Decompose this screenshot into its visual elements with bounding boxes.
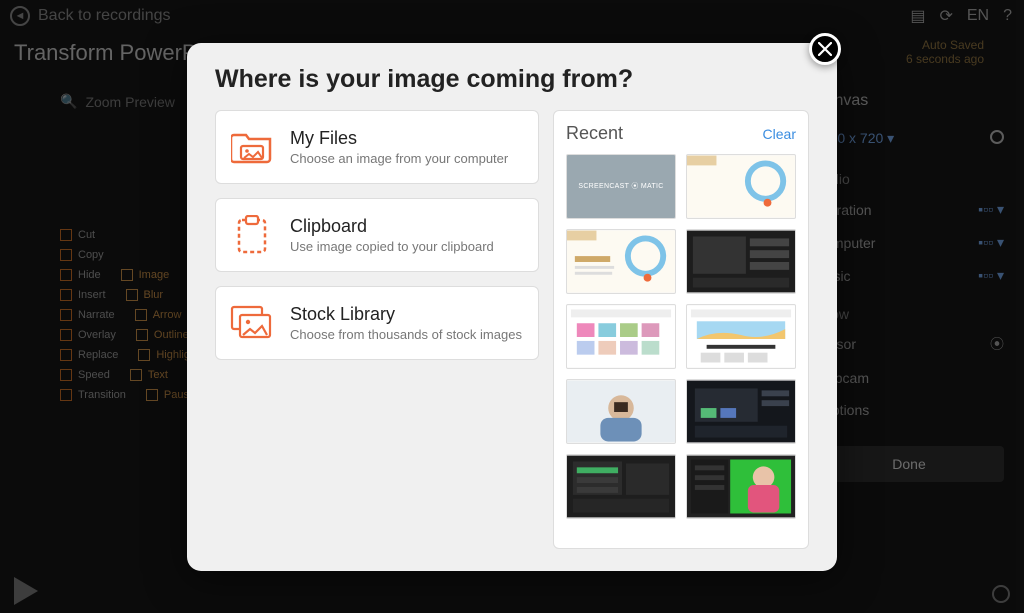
image-stack-icon bbox=[230, 301, 274, 345]
recent-thumb[interactable] bbox=[566, 304, 676, 369]
recent-thumb[interactable] bbox=[566, 379, 676, 444]
recent-thumb[interactable] bbox=[686, 304, 796, 369]
recent-thumb[interactable]: SCREENCAST ⦿ MATIC bbox=[566, 154, 676, 219]
recent-panel: Recent Clear SCREENCAST ⦿ MATIC bbox=[553, 110, 809, 549]
recent-title: Recent bbox=[566, 123, 763, 144]
modal-title: Where is your image coming from? bbox=[215, 65, 809, 94]
recent-thumb[interactable] bbox=[686, 229, 796, 294]
close-icon bbox=[818, 42, 832, 56]
image-source-modal: Where is your image coming from? My File… bbox=[187, 43, 837, 571]
recent-thumb[interactable] bbox=[566, 454, 676, 519]
option-clipboard[interactable]: Clipboard Use image copied to your clipb… bbox=[215, 198, 539, 272]
option-subtitle: Choose from thousands of stock images bbox=[290, 327, 522, 342]
option-title: Clipboard bbox=[290, 216, 494, 237]
clipboard-icon bbox=[230, 213, 274, 257]
option-stock-library[interactable]: Stock Library Choose from thousands of s… bbox=[215, 286, 539, 360]
recent-thumb[interactable] bbox=[686, 454, 796, 519]
recent-thumb[interactable] bbox=[686, 154, 796, 219]
option-subtitle: Use image copied to your clipboard bbox=[290, 239, 494, 254]
option-title: Stock Library bbox=[290, 304, 522, 325]
folder-icon bbox=[230, 125, 274, 169]
recent-thumb[interactable] bbox=[686, 379, 796, 444]
option-title: My Files bbox=[290, 128, 508, 149]
recent-thumb[interactable] bbox=[566, 229, 676, 294]
close-button[interactable] bbox=[809, 33, 841, 65]
option-subtitle: Choose an image from your computer bbox=[290, 151, 508, 166]
source-options: My Files Choose an image from your compu… bbox=[215, 110, 539, 549]
option-my-files[interactable]: My Files Choose an image from your compu… bbox=[215, 110, 539, 184]
clear-link[interactable]: Clear bbox=[763, 126, 796, 142]
